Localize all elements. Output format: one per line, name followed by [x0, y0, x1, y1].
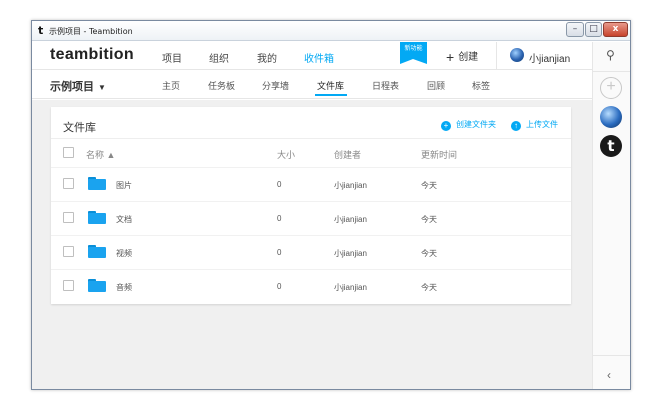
folder-icon: [88, 177, 106, 190]
tab-task-board[interactable]: 任务板: [208, 79, 235, 92]
file-size: 0: [277, 214, 282, 223]
row-divider: [51, 201, 571, 202]
chevron-down-icon: ▼: [98, 83, 106, 92]
tab-share-wall[interactable]: 分享墙: [262, 79, 289, 92]
teambition-t-icon[interactable]: t: [600, 135, 622, 157]
user-avatar[interactable]: [510, 48, 524, 62]
file-updated: 今天: [421, 249, 437, 258]
right-sidebar: ⚲ + t ‹: [592, 42, 630, 389]
upload-file-label: 上传文件: [526, 120, 558, 129]
tab-review[interactable]: 回顾: [427, 79, 445, 92]
add-icon[interactable]: +: [600, 77, 622, 99]
tab-home[interactable]: 主页: [162, 79, 180, 92]
title-bar: t 示例项目 - Teambition – □ x: [32, 21, 630, 41]
file-size: 0: [277, 248, 282, 257]
teambition-logo[interactable]: teambition: [50, 46, 134, 64]
minimize-icon: –: [572, 24, 578, 34]
file-updated: 今天: [421, 283, 437, 292]
upload-file-button[interactable]: ↑ 上传文件: [511, 119, 558, 131]
app-window: t 示例项目 - Teambition – □ x teambition 项目 …: [31, 20, 631, 390]
project-selector[interactable]: 示例项目 ▼: [50, 78, 106, 94]
row-divider: [51, 167, 571, 168]
file-name[interactable]: 音频: [116, 282, 132, 293]
user-name[interactable]: 小jianjian: [529, 50, 570, 65]
sidebar-divider-bottom: [593, 355, 630, 356]
row-checkbox[interactable]: [63, 280, 74, 291]
nav-mine[interactable]: 我的: [257, 50, 277, 65]
column-size-header: 大小: [277, 150, 296, 160]
file-creator: 小jianjian: [334, 181, 367, 190]
close-button[interactable]: x: [603, 22, 628, 37]
nav-organization[interactable]: 组织: [209, 50, 229, 65]
row-checkbox[interactable]: [63, 246, 74, 257]
file-name[interactable]: 视频: [116, 248, 132, 259]
teambition-app-icon: t: [38, 24, 44, 37]
panel-divider: [51, 138, 571, 139]
close-icon: x: [612, 24, 619, 34]
globe-avatar-icon[interactable]: [600, 106, 622, 128]
top-navigation: teambition 项目 组织 我的 收件箱 新功能 + 创建 小jianjia…: [32, 42, 592, 70]
tab-tags[interactable]: 标签: [472, 79, 490, 92]
create-label: 创建: [458, 52, 479, 63]
column-creator-header: 创建者: [334, 150, 362, 160]
select-all-checkbox[interactable]: [63, 147, 74, 158]
nav-inbox[interactable]: 收件箱: [304, 50, 334, 65]
sidebar-divider: [593, 71, 630, 72]
active-tab-indicator: [315, 94, 347, 96]
file-library-panel: 文件库 + 创建文件夹 ↑ 上传文件 名称 ▲ 大小 创建者 更新时间 图片 0 小…: [51, 107, 571, 304]
row-divider: [51, 269, 571, 270]
nav-projects[interactable]: 项目: [162, 50, 182, 65]
plus-icon: +: [446, 49, 455, 65]
file-creator: 小jianjian: [334, 249, 367, 258]
create-button[interactable]: + 创建: [446, 48, 478, 65]
file-updated: 今天: [421, 181, 437, 190]
nav-divider: [496, 42, 497, 70]
file-creator: 小jianjian: [334, 215, 367, 224]
row-divider: [51, 235, 571, 236]
project-subnav: 示例项目 ▼ 主页 任务板 分享墙 文件库 日程表 回顾 标签: [32, 71, 592, 99]
new-feature-badge[interactable]: 新功能: [400, 42, 427, 64]
search-icon[interactable]: ⚲: [606, 48, 615, 62]
file-updated: 今天: [421, 215, 437, 224]
file-size: 0: [277, 180, 282, 189]
maximize-icon: □: [589, 24, 598, 34]
file-name[interactable]: 图片: [116, 180, 132, 191]
row-checkbox[interactable]: [63, 212, 74, 223]
folder-icon: [88, 279, 106, 292]
plus-circle-icon: +: [441, 121, 451, 131]
create-folder-label: 创建文件夹: [456, 120, 496, 129]
collapse-chevron-left-icon[interactable]: ‹: [607, 368, 611, 382]
folder-icon: [88, 211, 106, 224]
create-folder-button[interactable]: + 创建文件夹: [441, 119, 496, 131]
tab-file-library[interactable]: 文件库: [317, 79, 344, 92]
row-checkbox[interactable]: [63, 178, 74, 189]
file-creator: 小jianjian: [334, 283, 367, 292]
panel-title: 文件库: [63, 122, 96, 134]
minimize-button[interactable]: –: [566, 22, 584, 37]
upload-icon: ↑: [511, 121, 521, 131]
tab-calendar[interactable]: 日程表: [372, 79, 399, 92]
maximize-button[interactable]: □: [585, 22, 602, 37]
column-updated-header: 更新时间: [421, 150, 458, 160]
file-name[interactable]: 文档: [116, 214, 132, 225]
folder-icon: [88, 245, 106, 258]
project-name: 示例项目: [50, 81, 94, 93]
file-size: 0: [277, 282, 282, 291]
window-title: 示例项目 - Teambition: [49, 27, 133, 36]
column-name-header[interactable]: 名称 ▲: [86, 148, 115, 161]
